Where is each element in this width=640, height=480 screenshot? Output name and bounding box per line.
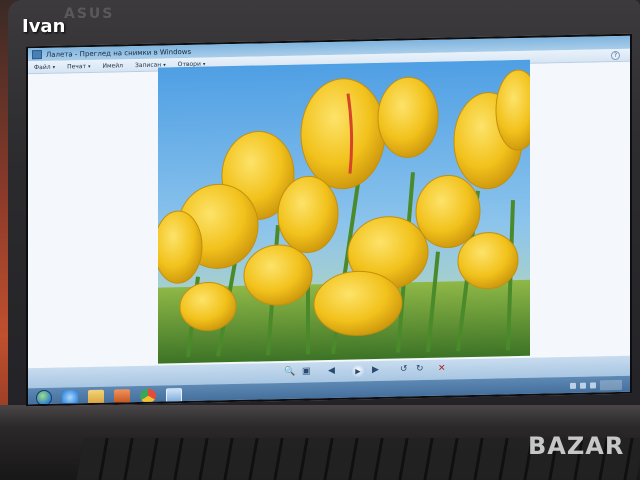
file-explorer-icon[interactable] [88, 389, 104, 405]
slideshow-play-button[interactable]: ▶ [350, 365, 366, 378]
tray-volume-icon[interactable] [590, 382, 596, 389]
menu-email[interactable]: Имейл [103, 62, 123, 69]
menu-print[interactable]: Печат ▾ [67, 62, 90, 70]
media-player-icon[interactable] [114, 389, 130, 404]
start-button[interactable] [36, 389, 52, 407]
tray-flag-icon[interactable] [570, 382, 576, 389]
menu-file[interactable]: Файл ▾ [34, 63, 55, 70]
zoom-icon[interactable]: 🔍 [284, 367, 295, 377]
tulip-illustration [158, 59, 530, 364]
tray-network-icon[interactable] [580, 382, 586, 389]
internet-explorer-icon[interactable] [62, 390, 78, 405]
previous-icon[interactable]: ◀ [328, 366, 335, 376]
chrome-icon[interactable] [140, 388, 156, 403]
username-overlay: Ivan [22, 16, 66, 37]
help-icon[interactable]: ? [611, 50, 620, 61]
tray-clock[interactable] [600, 379, 622, 391]
tulip-photo [158, 59, 530, 364]
rotate-right-icon[interactable]: ↻ [416, 364, 424, 374]
actual-size-icon[interactable]: ▣ [302, 366, 311, 376]
system-tray [570, 379, 622, 391]
laptop-brand-logo: ASUS [64, 6, 115, 22]
watermark: BAZAR [528, 432, 625, 460]
photo-viewer-taskbar-icon[interactable] [166, 388, 182, 403]
window-title: Лалета - Преглед на снимки в Windows [46, 47, 192, 59]
photo-viewer-app-icon [32, 50, 42, 60]
laptop-screen: Лалета - Преглед на снимки в Windows Фай… [26, 33, 632, 407]
delete-icon[interactable]: ✕ [438, 364, 446, 374]
next-icon[interactable]: ▶ [372, 365, 379, 375]
rotate-left-icon[interactable]: ↺ [400, 364, 408, 374]
image-viewer-canvas [28, 59, 630, 369]
